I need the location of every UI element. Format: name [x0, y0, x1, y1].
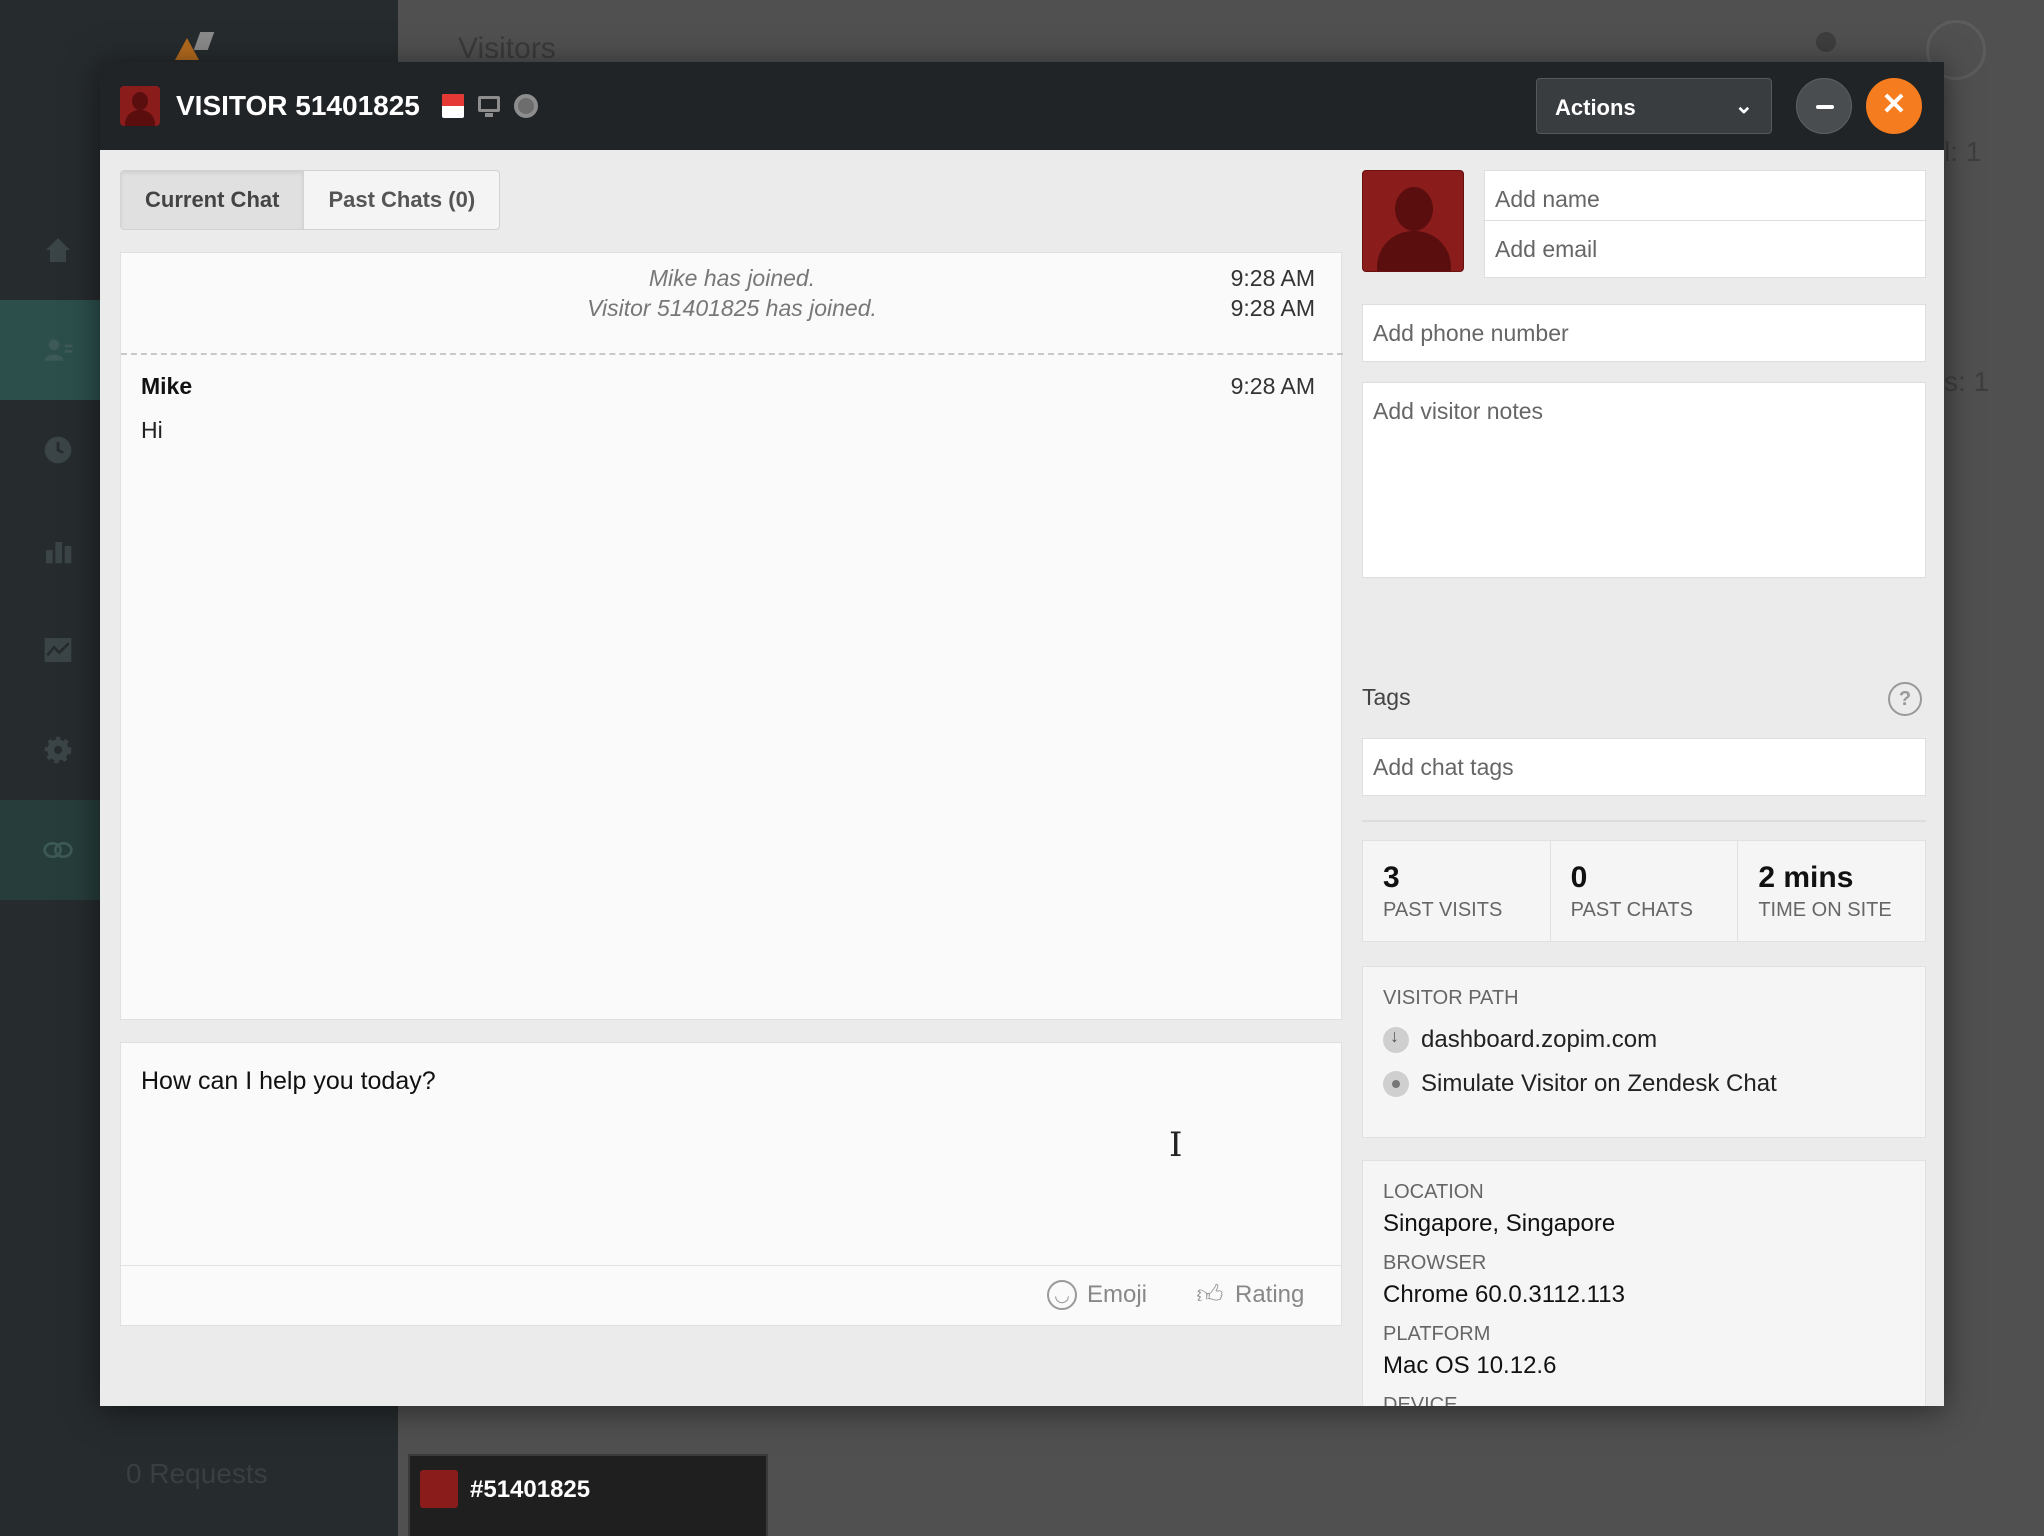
chat-tab-id: #51401825 [470, 1476, 591, 1503]
path-url: dashboard.zopim.com [1421, 1026, 1658, 1053]
email-field[interactable]: Add email [1484, 220, 1926, 278]
visitor-details-card: LOCATION Singapore, Singapore BROWSER Ch… [1362, 1160, 1926, 1406]
system-message-text: Visitor 51401825 has joined. [587, 295, 877, 321]
text-cursor-icon: I [1169, 1125, 1183, 1165]
emoji-label: Emoji [1087, 1281, 1148, 1308]
browser-label: BROWSER [1383, 1252, 1487, 1274]
stat-label: PAST CHATS [1570, 899, 1693, 921]
path-title: Simulate Visitor on Zendesk Chat [1421, 1070, 1777, 1097]
divider [1362, 820, 1926, 822]
bar-chart-icon [46, 542, 72, 564]
visitor-chat-window: VISITOR 51401825 Actions ⌄ ✕ Current Cha… [100, 62, 1944, 1406]
stat-value: 3 [1383, 861, 1400, 894]
platform-label: PLATFORM [1383, 1323, 1491, 1345]
composer-toolbar: ◡ Emoji 👍︎ Rating [121, 1265, 1341, 1325]
minimized-chat-tab[interactable]: #51401825 [408, 1454, 768, 1536]
tab-past-chats[interactable]: Past Chats (0) [304, 171, 499, 229]
stat-label: PAST VISITS [1383, 899, 1503, 921]
chevron-down-icon: ⌄ [1734, 93, 1753, 118]
message-input[interactable]: How can I help you today? [141, 1067, 1321, 1096]
divider [121, 353, 1343, 355]
smiley-icon: ◡ [1047, 1280, 1077, 1310]
message-time: 9:28 AM [1230, 265, 1315, 291]
bg-stat-2: s: 1 [1944, 366, 1990, 397]
message-text: Hi [141, 417, 163, 443]
clock-icon [44, 436, 72, 464]
actions-dropdown[interactable]: Actions ⌄ [1536, 78, 1772, 134]
window-title: VISITOR 51401825 [176, 90, 420, 121]
stat-past-visits: 3 PAST VISITS [1363, 841, 1551, 941]
notes-field[interactable]: Add visitor notes [1362, 382, 1926, 578]
platform-value: Mac OS 10.12.6 [1383, 1352, 1557, 1379]
chat-log[interactable]: Mike has joined. 9:28 AM Visitor 5140182… [120, 252, 1343, 1020]
stat-past-chats: 0 PAST CHATS [1551, 841, 1739, 941]
visitor-path-heading: VISITOR PATH [1383, 987, 1519, 1009]
chat-message: Mike 9:28 AM Hi [121, 373, 1343, 463]
visitor-avatar-icon [120, 86, 160, 126]
visitor-avatar-icon [420, 1470, 458, 1508]
tags-field[interactable]: Add chat tags [1362, 738, 1926, 796]
tags-label: Tags [1362, 684, 1411, 710]
actions-label: Actions [1555, 95, 1636, 120]
rating-button[interactable]: 👍︎ Rating [1195, 1280, 1304, 1310]
rating-label: Rating [1235, 1281, 1305, 1308]
visitor-stats: 3 PAST VISITS 0 PAST CHATS 2 mins TIME O… [1362, 840, 1926, 942]
stat-value: 0 [1570, 861, 1588, 894]
close-button[interactable]: ✕ [1866, 78, 1922, 134]
page-title: Visitors [458, 32, 556, 65]
path-item[interactable]: Simulate Visitor on Zendesk Chat [1383, 1070, 1905, 1098]
entry-arrow-icon [1383, 1026, 1409, 1053]
current-page-icon [1383, 1071, 1409, 1097]
message-composer: How can I help you today? I ◡ Emoji 👍︎ R… [120, 1042, 1342, 1326]
system-message-text: Mike has joined. [648, 265, 816, 291]
window-header: VISITOR 51401825 Actions ⌄ ✕ [100, 62, 1944, 150]
browser-value: Chrome 60.0.3112.113 [1383, 1281, 1625, 1308]
bg-stat-1: l: 1 [1944, 136, 1982, 167]
phone-field[interactable]: Add phone number [1362, 304, 1926, 362]
location-value: Singapore, Singapore [1383, 1210, 1616, 1237]
stat-time-on-site: 2 mins TIME ON SITE [1738, 841, 1925, 941]
help-icon[interactable]: ? [1888, 682, 1922, 716]
status-icon [1816, 32, 1836, 52]
thumbs-up-icon: 👍︎ [1196, 1279, 1224, 1309]
visitors-icon [44, 339, 73, 361]
chat-tabs: Current Chat Past Chats (0) [120, 170, 501, 230]
device-label: DEVICE [1383, 1394, 1458, 1406]
activity-icon [44, 638, 72, 662]
singapore-flag-icon [442, 94, 464, 118]
visitor-path-card: VISITOR PATH dashboard.zopim.com Simulat… [1362, 966, 1926, 1138]
app-logo [175, 32, 215, 62]
path-item[interactable]: dashboard.zopim.com [1383, 1026, 1905, 1054]
requests-count: 0 Requests [126, 1458, 268, 1489]
message-author: Mike [141, 373, 193, 399]
message-time: 9:28 AM [1230, 295, 1315, 321]
minimize-button[interactable] [1796, 78, 1852, 134]
stat-value: 2 mins [1758, 861, 1854, 894]
location-label: LOCATION [1383, 1181, 1484, 1203]
emoji-button[interactable]: ◡ Emoji [1047, 1280, 1147, 1310]
tab-current-chat[interactable]: Current Chat [121, 171, 305, 229]
visitor-avatar-icon [1362, 170, 1464, 272]
system-message: Visitor 51401825 has joined. 9:28 AM [121, 295, 1343, 335]
chrome-browser-icon [514, 94, 538, 118]
close-icon: ✕ [1881, 88, 1907, 121]
gear-icon [44, 736, 72, 764]
home-icon [46, 238, 70, 262]
message-time: 9:28 AM [1230, 373, 1315, 399]
stat-label: TIME ON SITE [1758, 899, 1892, 921]
link-icon [43, 842, 73, 858]
desktop-icon [478, 96, 500, 117]
